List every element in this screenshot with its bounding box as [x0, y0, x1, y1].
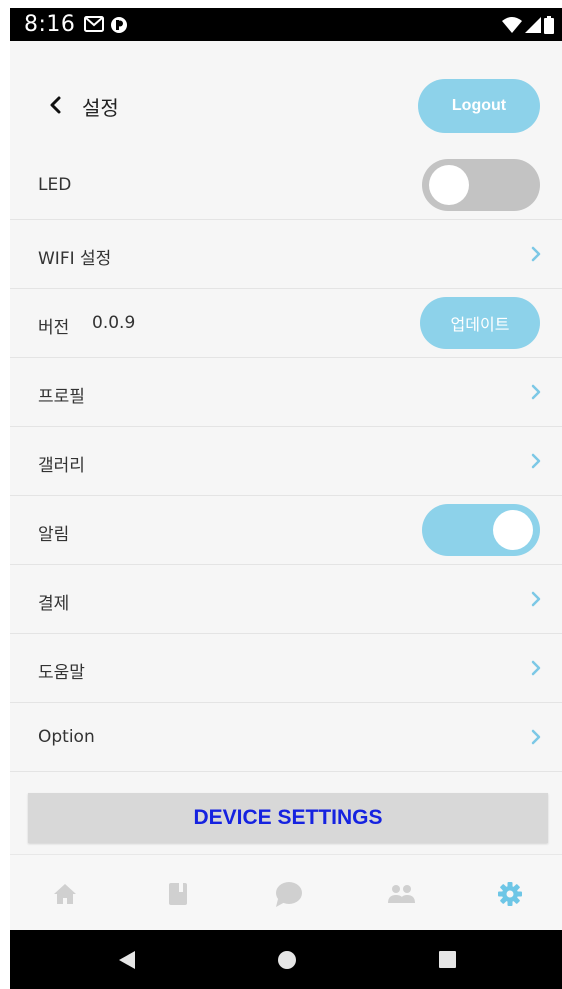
setting-row-led: LED	[10, 151, 562, 220]
setting-label: LED	[38, 175, 72, 195]
setting-label: 알림	[38, 525, 70, 545]
gear-icon[interactable]	[497, 881, 523, 907]
setting-row-payment[interactable]: 결제	[10, 565, 562, 634]
setting-row-version: 버전 0.0.9 업데이트	[10, 289, 562, 358]
status-bar: 8:16	[10, 8, 562, 41]
back-chevron-icon[interactable]	[42, 91, 70, 119]
setting-label: 결제	[38, 594, 70, 614]
setting-label: 갤러리	[38, 456, 85, 476]
setting-label: 버전	[38, 318, 70, 338]
settings-header: 설정 Logout	[10, 41, 562, 152]
people-icon[interactable]	[386, 881, 416, 907]
version-value: 0.0.9	[92, 313, 136, 333]
toggle-knob	[429, 165, 469, 205]
update-button[interactable]: 업데이트	[420, 297, 540, 349]
recents-square-icon[interactable]	[439, 951, 456, 968]
chevron-right-icon	[531, 591, 541, 607]
chevron-right-icon	[531, 729, 541, 745]
chat-icon[interactable]	[274, 879, 304, 909]
bottom-tab-bar	[10, 854, 562, 931]
signal-icon	[525, 17, 541, 33]
setting-row-profile[interactable]: 프로필	[10, 358, 562, 427]
home-circle-icon[interactable]	[278, 951, 296, 969]
setting-label: Option	[38, 727, 95, 747]
setting-label: 도움말	[38, 663, 85, 683]
device-settings-button[interactable]: DEVICE SETTINGS	[28, 793, 548, 843]
logout-button[interactable]: Logout	[418, 79, 540, 133]
settings-list: LED WIFI 설정 버전 0.0.9 업데이트 프로필 갤러리 알림 결제	[10, 151, 562, 772]
back-triangle-icon[interactable]	[118, 950, 136, 970]
wifi-icon	[502, 17, 522, 33]
setting-row-wifi[interactable]: WIFI 설정	[10, 220, 562, 289]
status-icons	[502, 16, 554, 34]
toggle-knob	[493, 510, 533, 550]
system-nav-bar	[10, 930, 562, 989]
gmail-notification-icon	[84, 16, 104, 32]
setting-row-gallery[interactable]: 갤러리	[10, 427, 562, 496]
setting-label: WIFI 설정	[38, 249, 112, 269]
setting-row-notification: 알림	[10, 496, 562, 565]
setting-row-option[interactable]: Option	[10, 703, 562, 772]
status-time: 8:16	[24, 12, 76, 37]
setting-label: 프로필	[38, 387, 85, 407]
led-toggle[interactable]	[422, 159, 540, 211]
notification-toggle[interactable]	[422, 504, 540, 556]
page-title: 설정	[82, 96, 119, 120]
home-icon[interactable]	[52, 881, 78, 907]
chevron-right-icon	[531, 660, 541, 676]
setting-row-help[interactable]: 도움말	[10, 634, 562, 703]
battery-icon	[544, 16, 554, 34]
chevron-right-icon	[531, 384, 541, 400]
book-icon[interactable]	[165, 881, 191, 907]
chevron-right-icon	[531, 246, 541, 262]
app-screen: 8:16 설정 Logout LED WIFI 설정 버전 0.0.9 업데이트…	[10, 8, 562, 989]
app-notification-icon	[111, 17, 127, 33]
chevron-right-icon	[531, 453, 541, 469]
